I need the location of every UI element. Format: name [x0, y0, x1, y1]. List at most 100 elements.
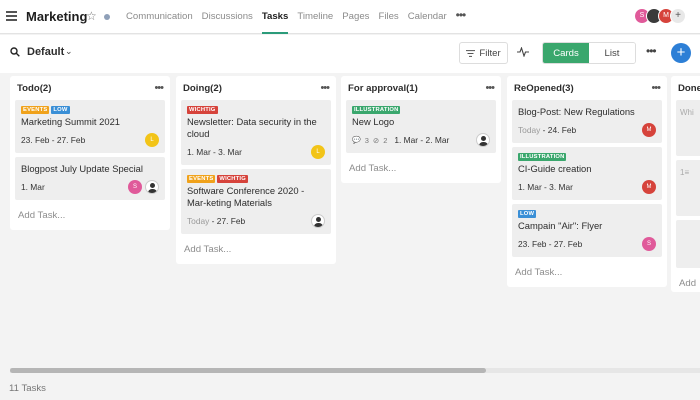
cards-view-button[interactable]: Cards — [543, 43, 589, 63]
horizontal-scrollbar[interactable] — [10, 368, 700, 373]
task-card[interactable]: WICHTIG Newsletter: Data security in the … — [181, 100, 331, 165]
tab-files[interactable]: Files — [378, 0, 398, 34]
assignee-avatar[interactable]: L — [145, 133, 159, 147]
date-range: 23. Feb - 27. Feb — [518, 239, 583, 249]
task-card[interactable]: 1≡ — [676, 160, 700, 216]
tab-pages[interactable]: Pages — [342, 0, 369, 34]
tab-calendar[interactable]: Calendar — [408, 0, 447, 34]
task-card[interactable] — [676, 220, 700, 268]
card-date: Today - 27. Feb — [187, 216, 245, 226]
card-info: 💬 3 ⊘ 2 1. Mar - 2. Mar — [352, 135, 449, 145]
assignee-avatar[interactable]: M — [642, 180, 656, 194]
tab-communication[interactable]: Communication — [126, 0, 193, 34]
scrollbar-thumb[interactable] — [10, 368, 486, 373]
chevron-down-icon[interactable]: ⌄ — [65, 46, 73, 57]
task-card[interactable]: Blog-Post: New Regulations Today - 24. Fe… — [512, 100, 662, 143]
card-info: 23. Feb - 27. Feb — [518, 238, 582, 250]
more-options-icon[interactable]: ••• — [646, 44, 657, 58]
column-2: For approval(1) ••• ILLUSTRATION New Logo 💬 3… — [341, 76, 501, 183]
card-date: Today - 24. Feb — [518, 125, 576, 135]
card-counts: 💬 3 ⊘ 2 1. Mar - 2. Mar — [352, 135, 449, 145]
comment-count: 3 — [364, 135, 369, 145]
column-more-icon[interactable]: ••• — [651, 82, 661, 94]
column-title: ReOpened(3) — [514, 82, 574, 94]
assignee-avatar[interactable]: L — [311, 145, 325, 159]
add-member-icon[interactable]: + — [670, 8, 686, 24]
filter-button[interactable]: Filter — [459, 42, 508, 64]
card-assignees: S — [128, 180, 159, 194]
task-card[interactable]: LOW Campain "Air": Flyer 23. Feb - 27. Feb… — [512, 204, 662, 257]
add-task-button[interactable]: + — [671, 43, 691, 63]
column-more-icon[interactable]: ••• — [485, 82, 495, 94]
project-title: Marketing — [26, 9, 88, 24]
assignee-avatar[interactable] — [476, 133, 490, 147]
column-1: Doing(2) ••• WICHTIG Newsletter: Data secur… — [176, 76, 336, 264]
card-assignees: L — [145, 133, 159, 147]
column-more-icon[interactable]: ••• — [154, 82, 164, 94]
star-icon[interactable]: ☆ — [86, 9, 97, 23]
card-date: 1. Mar — [21, 182, 45, 192]
assignee-avatar[interactable] — [311, 214, 325, 228]
task-card[interactable]: Blogpost July Update Special 1. Mar S — [15, 157, 165, 200]
card-title: CI-Guide creation — [518, 163, 592, 174]
list-view-button[interactable]: List — [589, 43, 635, 63]
assignee-avatar[interactable] — [145, 180, 159, 194]
date-prefix: Today — [187, 216, 210, 226]
member-avatars: S M + — [634, 8, 686, 24]
card-snippet: Whi — [680, 108, 694, 117]
task-card[interactable]: EVENTS LOW Marketing Summit 2021 23. Feb - … — [15, 100, 165, 153]
card-tags: LOW — [518, 210, 656, 218]
card-date: 1. Mar - 3. Mar — [518, 182, 573, 192]
task-card[interactable]: ILLUSTRATION CI-Guide creation 1. Mar - 3.… — [512, 147, 662, 200]
assignee-avatar[interactable]: S — [128, 180, 142, 194]
task-card[interactable]: EVENTS WICHTIG Software Conference 2020 - … — [181, 169, 331, 234]
add-task-link[interactable]: Add Task... — [15, 204, 165, 224]
assignee-avatar[interactable]: M — [642, 123, 656, 137]
card-tags: ILLUSTRATION — [352, 106, 490, 114]
toolbar: Default ⌄ Filter Cards List ••• + — [0, 35, 700, 73]
card-tags: EVENTS WICHTIG — [187, 175, 325, 183]
card-info: 23. Feb - 27. Feb — [21, 134, 85, 146]
card-assignees: M — [642, 180, 656, 194]
column-header: Done — [676, 76, 700, 100]
view-mode-toggle: Cards List — [542, 42, 636, 64]
assignee-avatar[interactable]: S — [642, 237, 656, 251]
activity-icon[interactable] — [517, 47, 529, 57]
card-assignees: M — [642, 123, 656, 137]
column-title: Todo(2) — [17, 82, 52, 94]
column-header: Doing(2) ••• — [181, 76, 331, 100]
date-range: - 27. Feb — [209, 216, 246, 226]
tab-tasks[interactable]: Tasks — [261, 0, 289, 34]
date-range: 1. Mar - 3. Mar — [518, 182, 573, 192]
column-done: Done Whi 1≡ Add — [671, 76, 700, 292]
tag-badge: EVENTS — [21, 106, 50, 114]
task-card[interactable]: Whi — [676, 100, 700, 156]
tab-discussions[interactable]: Discussions — [202, 0, 253, 34]
view-selector[interactable]: Default — [27, 46, 64, 58]
card-meta: 1. Mar - 3. Mar L — [187, 144, 325, 160]
add-task-link[interactable]: Add Task... — [346, 157, 496, 177]
column-more-icon[interactable]: ••• — [320, 82, 330, 94]
menu-icon[interactable] — [6, 11, 17, 21]
card-info: Today - 27. Feb — [187, 215, 245, 227]
add-task-link[interactable]: Add Task... — [512, 261, 662, 281]
column-title: For approval(1) — [348, 82, 418, 94]
tag-badge: LOW — [51, 106, 70, 114]
column-header: For approval(1) ••• — [346, 76, 496, 100]
date-range: 1. Mar - 3. Mar — [187, 147, 242, 157]
tag-badge: LOW — [518, 210, 537, 218]
add-task-link[interactable]: Add Task... — [181, 238, 331, 258]
attachment-count: 2 — [383, 135, 388, 145]
more-nav-icon[interactable]: ••• — [456, 0, 467, 34]
search-icon[interactable] — [10, 47, 20, 57]
date-prefix: Today — [518, 125, 541, 135]
attachment-icon: ⊘ — [372, 135, 380, 145]
filter-label: Filter — [479, 47, 501, 59]
add-task-link[interactable]: Add — [676, 272, 700, 292]
task-card[interactable]: ILLUSTRATION New Logo 💬 3 ⊘ 2 1. Mar - 2. Mar — [346, 100, 496, 153]
date-range: 1. Mar — [21, 182, 45, 192]
tag-badge: WICHTIG — [217, 175, 248, 183]
column-3: ReOpened(3) ••• Blog-Post: New Regulations… — [507, 76, 667, 287]
tab-timeline[interactable]: Timeline — [297, 0, 333, 34]
column-title: Doing(2) — [183, 82, 222, 94]
